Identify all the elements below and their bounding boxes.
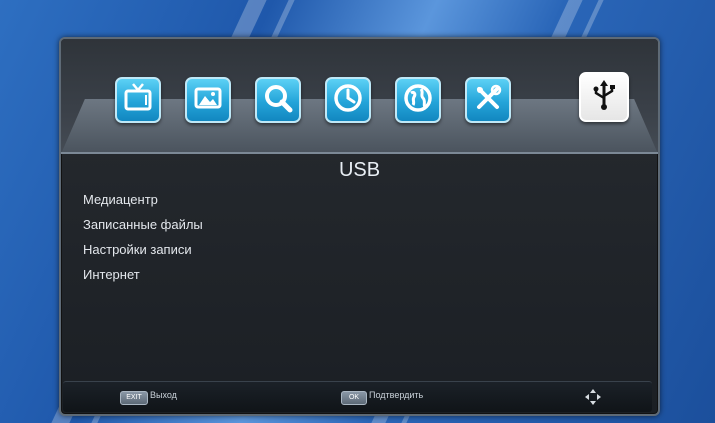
menu-tab-tv[interactable]	[115, 77, 161, 123]
menu-item-media-center[interactable]: Медиацентр	[83, 187, 203, 212]
menu-tab-network[interactable]	[395, 77, 441, 123]
dpad-icon	[583, 387, 603, 412]
menu-tab-tools[interactable]	[465, 77, 511, 123]
icon-shelf	[61, 39, 658, 154]
exit-key-badge[interactable]: EXIT	[120, 391, 148, 405]
clock-icon	[331, 81, 365, 120]
image-icon	[191, 81, 225, 120]
menu-tab-usb[interactable]	[579, 72, 629, 122]
menu-tab-image[interactable]	[185, 77, 231, 123]
globe-icon	[401, 81, 435, 120]
menu-tab-search[interactable]	[255, 77, 301, 123]
search-icon	[261, 81, 295, 120]
menu-screen: USB Медиацентр Записанные файлы Настройк…	[59, 37, 660, 416]
tv-icon	[121, 81, 155, 120]
ok-label: Подтвердить	[369, 390, 424, 400]
ok-key-badge[interactable]: OK	[341, 391, 367, 405]
shelf-divider	[61, 152, 658, 154]
exit-label: Выход	[150, 390, 177, 400]
menu-item-recorded-files[interactable]: Записанные файлы	[83, 212, 203, 237]
tools-icon	[471, 81, 505, 120]
page-title: USB	[338, 159, 381, 181]
usb-icon	[587, 78, 621, 117]
menu-item-record-settings[interactable]: Настройки записи	[83, 237, 203, 262]
menu-item-internet[interactable]: Интернет	[83, 262, 203, 287]
menu-tab-time[interactable]	[325, 77, 371, 123]
usb-menu-list: Медиацентр Записанные файлы Настройки за…	[83, 187, 203, 287]
footer-bar: EXIT Выход OK Подтвердить	[63, 381, 652, 412]
